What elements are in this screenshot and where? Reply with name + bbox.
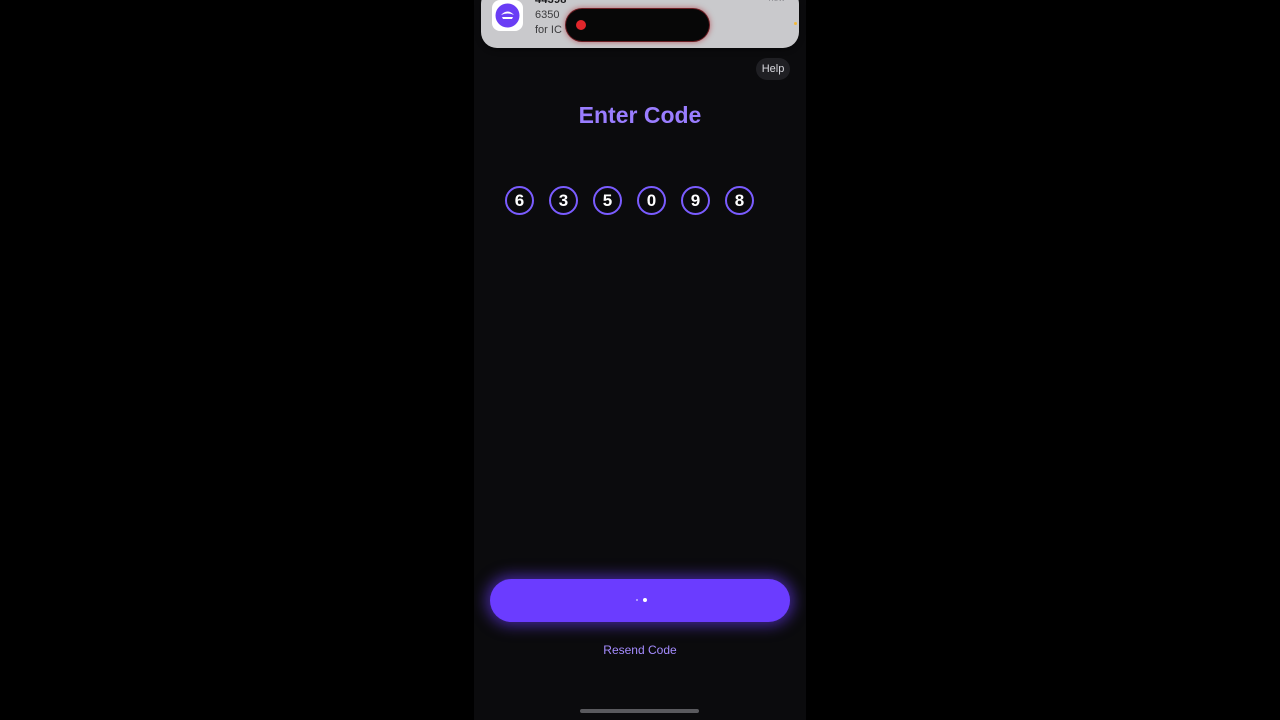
home-indicator[interactable] <box>580 709 699 713</box>
code-input[interactable]: 6 3 5 0 9 8 <box>505 186 754 215</box>
resend-code-link[interactable]: Resend Code <box>474 643 806 657</box>
notification-body-line1-start: 6350 <box>535 9 560 21</box>
code-digit-1[interactable]: 6 <box>505 186 534 215</box>
dynamic-island <box>566 9 709 41</box>
code-digit-4[interactable]: 0 <box>637 186 666 215</box>
chat-bubble-icon <box>492 0 523 31</box>
page-title: Enter Code <box>578 102 702 128</box>
code-digit-6[interactable]: 8 <box>725 186 754 215</box>
notification-dot-icon <box>794 22 797 25</box>
submit-button[interactable] <box>490 579 790 622</box>
code-digit-5[interactable]: 9 <box>681 186 710 215</box>
loading-dot <box>643 598 647 602</box>
help-button[interactable]: Help <box>756 58 790 80</box>
notification-sender: 44398 <box>535 0 567 6</box>
loading-spinner-icon <box>636 598 647 602</box>
notification-time: now <box>768 0 785 3</box>
code-digit-3[interactable]: 5 <box>593 186 622 215</box>
recording-dot-icon <box>576 20 586 30</box>
phone-screen: 44398 6350de for IC now Help Enter Code … <box>474 0 806 720</box>
loading-dot <box>636 599 638 601</box>
code-digit-2[interactable]: 3 <box>549 186 578 215</box>
